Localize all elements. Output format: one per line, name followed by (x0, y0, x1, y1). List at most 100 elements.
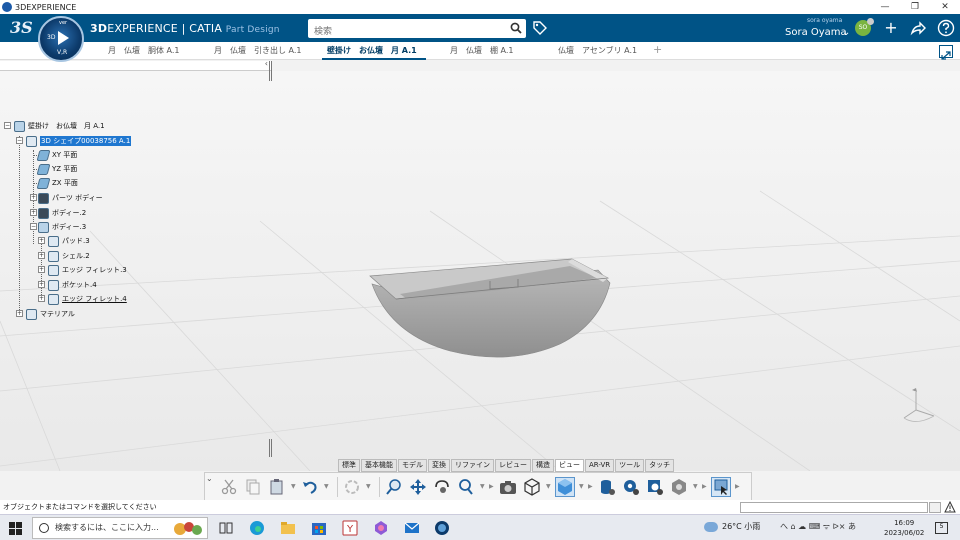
tab-tools[interactable]: ツール (615, 459, 645, 472)
panel-splitter-top[interactable] (269, 61, 272, 81)
tab-touch[interactable]: タッチ (645, 459, 675, 472)
expand-toggle[interactable]: − (30, 223, 37, 230)
expand-toggle[interactable]: + (38, 252, 45, 259)
paste-button[interactable] (267, 477, 287, 497)
tree-item[interactable]: ZX 平面 (36, 177, 78, 189)
shading-dropdown-icon[interactable]: ▼ (579, 483, 585, 490)
collapse-panel-icon[interactable]: ‹ (265, 59, 268, 68)
tree-root[interactable]: 壁掛け お仏壇 月 A.1 (14, 120, 105, 132)
system-tray[interactable]: へ ⌂ ☁ ⌨ ᯤ ᐅ× あ (780, 521, 856, 532)
update-button[interactable] (342, 477, 362, 497)
notification-icon[interactable]: 5 (935, 522, 948, 534)
store-icon[interactable] (311, 520, 327, 536)
tree-item[interactable]: YZ 平面 (36, 163, 77, 175)
tab-assembly[interactable]: 仏壇 アセンブリ A.1 (558, 44, 637, 60)
more-arrow-icon[interactable]: ▶ (588, 483, 594, 490)
tree-item[interactable]: ボディー.2 (38, 207, 86, 219)
tab-shelf[interactable]: 月 仏壇 棚 A.1 (450, 44, 514, 60)
tab-standard[interactable]: 標準 (338, 459, 360, 472)
tree-shape[interactable]: 3D シェイプ00038756 A.1 (26, 135, 132, 147)
tab-essentials[interactable]: 基本機能 (361, 459, 397, 472)
task-view-icon[interactable] (218, 520, 234, 536)
command-go-button[interactable] (929, 502, 941, 513)
expand-toggle[interactable]: − (4, 122, 11, 129)
tab-body[interactable]: 月 仏壇 胴体 A.1 (108, 44, 180, 60)
edge-browser-icon[interactable] (249, 520, 265, 536)
file-explorer-icon[interactable] (280, 520, 296, 536)
add-tab-button[interactable]: + (653, 43, 662, 56)
tree-item[interactable]: ボディー.3 (38, 221, 86, 233)
warning-icon[interactable] (944, 501, 956, 513)
restore-button[interactable]: ❐ (900, 2, 930, 12)
expand-toggle[interactable]: + (16, 310, 23, 317)
properties-button[interactable] (621, 477, 641, 497)
cut-button[interactable] (219, 477, 239, 497)
3d-viewport[interactable] (0, 71, 960, 471)
expand-toggle[interactable]: + (30, 194, 37, 201)
more-arrow-icon[interactable]: ▶ (702, 483, 708, 490)
minimize-button[interactable]: — (870, 2, 900, 12)
tab-view[interactable]: ビュー (555, 459, 584, 472)
select-button[interactable] (711, 476, 731, 497)
3dexperience-taskbar-icon[interactable] (434, 520, 450, 536)
undo-dropdown-icon[interactable]: ▼ (324, 483, 330, 490)
more-arrow-icon[interactable]: ▶ (489, 483, 495, 490)
expand-toggle[interactable]: + (38, 237, 45, 244)
tag-icon[interactable] (532, 20, 548, 36)
tree-item[interactable]: マテリアル (26, 308, 75, 320)
copilot-icon[interactable] (373, 520, 389, 536)
shading-button[interactable] (555, 476, 575, 497)
mail-icon[interactable] (404, 520, 420, 536)
paste-dropdown-icon[interactable]: ▼ (291, 483, 297, 490)
axis-triad-icon[interactable] (898, 388, 938, 424)
tab-structure[interactable]: 構造 (532, 459, 554, 472)
windows-start-icon[interactable] (9, 522, 22, 535)
zoom-in-out-button[interactable] (384, 477, 404, 497)
tree-item[interactable]: パーツ ボディー (38, 192, 103, 204)
action-bar-collapse-icon[interactable]: ⌄ (206, 474, 213, 483)
zoom-button[interactable] (456, 477, 476, 497)
part-options-dropdown-icon[interactable]: ▼ (693, 483, 699, 490)
share-icon[interactable] (909, 19, 927, 37)
expand-toggle[interactable]: + (38, 281, 45, 288)
command-input[interactable] (740, 502, 928, 513)
app-y-icon[interactable]: Y (342, 520, 358, 536)
tree-item[interactable]: エッジ フィレット.4 (48, 293, 127, 305)
compass-widget[interactable]: ver 3D V,R (38, 16, 84, 62)
more-arrow-icon[interactable]: ▶ (735, 483, 741, 490)
capture-button[interactable] (498, 477, 518, 497)
tab-model[interactable]: モデル (398, 459, 427, 472)
view-mode-button[interactable] (522, 477, 542, 497)
play-icon[interactable] (58, 31, 69, 45)
tree-item[interactable]: パッド.3 (48, 235, 90, 247)
tab-ar-vr[interactable]: AR-VR (585, 459, 615, 472)
undo-button[interactable] (300, 477, 320, 497)
search-input[interactable] (308, 23, 498, 41)
search-icon[interactable] (510, 22, 522, 34)
tree-item[interactable]: エッジ フィレット.3 (48, 264, 127, 276)
expand-toggle[interactable]: − (16, 137, 23, 144)
rotate-button[interactable] (432, 477, 452, 497)
database-button[interactable] (597, 477, 617, 497)
update-dropdown-icon[interactable]: ▼ (366, 483, 372, 490)
weather-widget[interactable]: 26°C 小雨 (704, 521, 760, 532)
close-button[interactable]: ✕ (930, 2, 960, 12)
avatar[interactable]: SO (855, 18, 874, 36)
tab-transform[interactable]: 変換 (428, 459, 450, 472)
maximize-viewer-button[interactable] (939, 45, 953, 60)
expand-toggle[interactable]: + (30, 209, 37, 216)
search-view-button[interactable] (645, 477, 665, 497)
expand-toggle[interactable]: + (38, 295, 45, 302)
copy-button[interactable] (243, 477, 263, 497)
tab-wall-altar[interactable]: 壁掛け お仏壇 月 A.1 (322, 44, 426, 60)
view-mode-dropdown-icon[interactable]: ▼ (546, 483, 552, 490)
tab-drawer[interactable]: 月 仏壇 引き出し A.1 (214, 44, 302, 60)
chevron-down-icon[interactable]: ⌄ (842, 27, 850, 38)
clock[interactable]: 16:09 2023/06/02 (884, 518, 924, 538)
tab-refine[interactable]: リファイン (451, 459, 494, 472)
expand-toggle[interactable]: + (38, 266, 45, 273)
help-icon[interactable] (937, 19, 955, 37)
part-options-button[interactable] (669, 477, 689, 497)
pan-button[interactable] (408, 477, 428, 497)
tree-item[interactable]: XY 平面 (36, 149, 77, 161)
